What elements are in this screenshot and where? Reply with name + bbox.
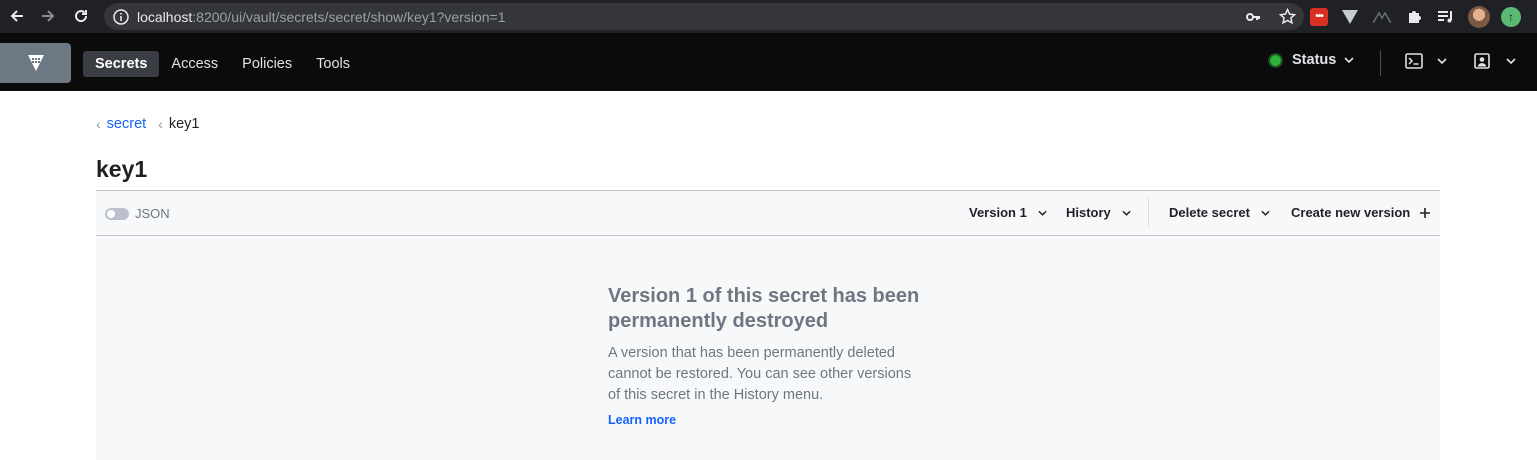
chevron-down-icon bbox=[1506, 58, 1516, 64]
toggle-switch[interactable] bbox=[105, 207, 129, 220]
breadcrumb: ‹ secret ‹ key1 bbox=[96, 116, 199, 132]
user-icon bbox=[1474, 53, 1490, 69]
toolbar-divider bbox=[1148, 198, 1149, 228]
nav-secrets[interactable]: Secrets bbox=[83, 51, 160, 77]
chevron-down-icon bbox=[1344, 57, 1354, 63]
chevron-down-icon bbox=[1261, 210, 1270, 216]
json-toggle[interactable]: JSON bbox=[105, 206, 170, 221]
breadcrumb-current: key1 bbox=[168, 116, 200, 132]
url-host: localhost bbox=[137, 8, 193, 25]
chevron-left-icon: ‹ bbox=[158, 116, 163, 132]
nav-tools[interactable]: Tools bbox=[304, 51, 362, 77]
url-text: localhost:8200/ui/vault/secrets/secret/s… bbox=[137, 9, 506, 25]
info-icon[interactable] bbox=[113, 8, 129, 25]
puzzle-icon[interactable] bbox=[1404, 7, 1424, 27]
breadcrumb-secret-link[interactable]: secret bbox=[107, 116, 147, 132]
empty-state-message: A version that has been permanently dele… bbox=[608, 345, 912, 403]
create-new-version-button[interactable]: Create new version bbox=[1291, 205, 1431, 220]
key-icon[interactable] bbox=[1244, 8, 1262, 26]
chevron-left-icon: ‹ bbox=[96, 116, 101, 132]
status-label: Status bbox=[1292, 52, 1337, 68]
extension-red-icon[interactable]: ••• bbox=[1310, 7, 1328, 26]
url-path: :8200/ui/vault/secrets/secret/show/key1?… bbox=[192, 8, 506, 25]
delete-secret-label: Delete secret bbox=[1169, 205, 1250, 220]
user-menu-button[interactable] bbox=[1474, 53, 1516, 69]
page-title: key1 bbox=[96, 156, 148, 182]
mountain-extension-icon[interactable] bbox=[1372, 7, 1392, 27]
secret-toolbar: JSON Version 1 History Delete secret Cre… bbox=[96, 190, 1440, 236]
vault-logo[interactable] bbox=[0, 43, 71, 83]
chevron-down-icon bbox=[1122, 210, 1131, 216]
json-toggle-label: JSON bbox=[135, 206, 170, 221]
browser-toolbar: localhost:8200/ui/vault/secrets/secret/s… bbox=[0, 0, 1537, 33]
delete-secret-dropdown[interactable]: Delete secret bbox=[1169, 205, 1270, 220]
vault-extension-icon[interactable] bbox=[1340, 7, 1360, 27]
plus-icon bbox=[1420, 207, 1431, 218]
status-menu[interactable]: Status bbox=[1270, 52, 1354, 68]
back-arrow-icon[interactable] bbox=[6, 5, 28, 27]
empty-state: Version 1 of this secret has been perman… bbox=[96, 236, 1440, 460]
chevron-down-icon bbox=[1437, 58, 1447, 64]
address-bar[interactable]: localhost:8200/ui/vault/secrets/secret/s… bbox=[104, 3, 1304, 30]
update-icon[interactable]: ↑ bbox=[1501, 6, 1521, 27]
nav-policies[interactable]: Policies bbox=[230, 51, 304, 77]
vault-triangle-icon bbox=[27, 55, 44, 71]
history-dropdown[interactable]: History bbox=[1066, 205, 1131, 220]
terminal-icon bbox=[1405, 53, 1423, 69]
history-label: History bbox=[1066, 205, 1111, 220]
learn-more-link[interactable]: Learn more bbox=[608, 413, 676, 427]
media-queue-icon[interactable] bbox=[1436, 7, 1456, 27]
version-dropdown[interactable]: Version 1 bbox=[969, 205, 1047, 220]
status-indicator-icon bbox=[1270, 54, 1281, 66]
profile-avatar[interactable] bbox=[1468, 5, 1490, 28]
create-new-version-label: Create new version bbox=[1291, 205, 1411, 220]
star-icon[interactable] bbox=[1278, 8, 1296, 26]
empty-state-title: Version 1 of this secret has been perman… bbox=[608, 285, 920, 332]
nav-access[interactable]: Access bbox=[159, 51, 230, 77]
nav-divider bbox=[1380, 50, 1381, 76]
chevron-down-icon bbox=[1038, 210, 1047, 216]
reload-icon[interactable] bbox=[70, 5, 92, 27]
console-button[interactable] bbox=[1405, 53, 1447, 69]
main-nav: Secrets Access Policies Tools bbox=[83, 51, 362, 77]
vault-header: Secrets Access Policies Tools Status bbox=[0, 33, 1537, 91]
version-label: Version 1 bbox=[969, 205, 1027, 220]
forward-arrow-icon[interactable] bbox=[37, 5, 59, 27]
